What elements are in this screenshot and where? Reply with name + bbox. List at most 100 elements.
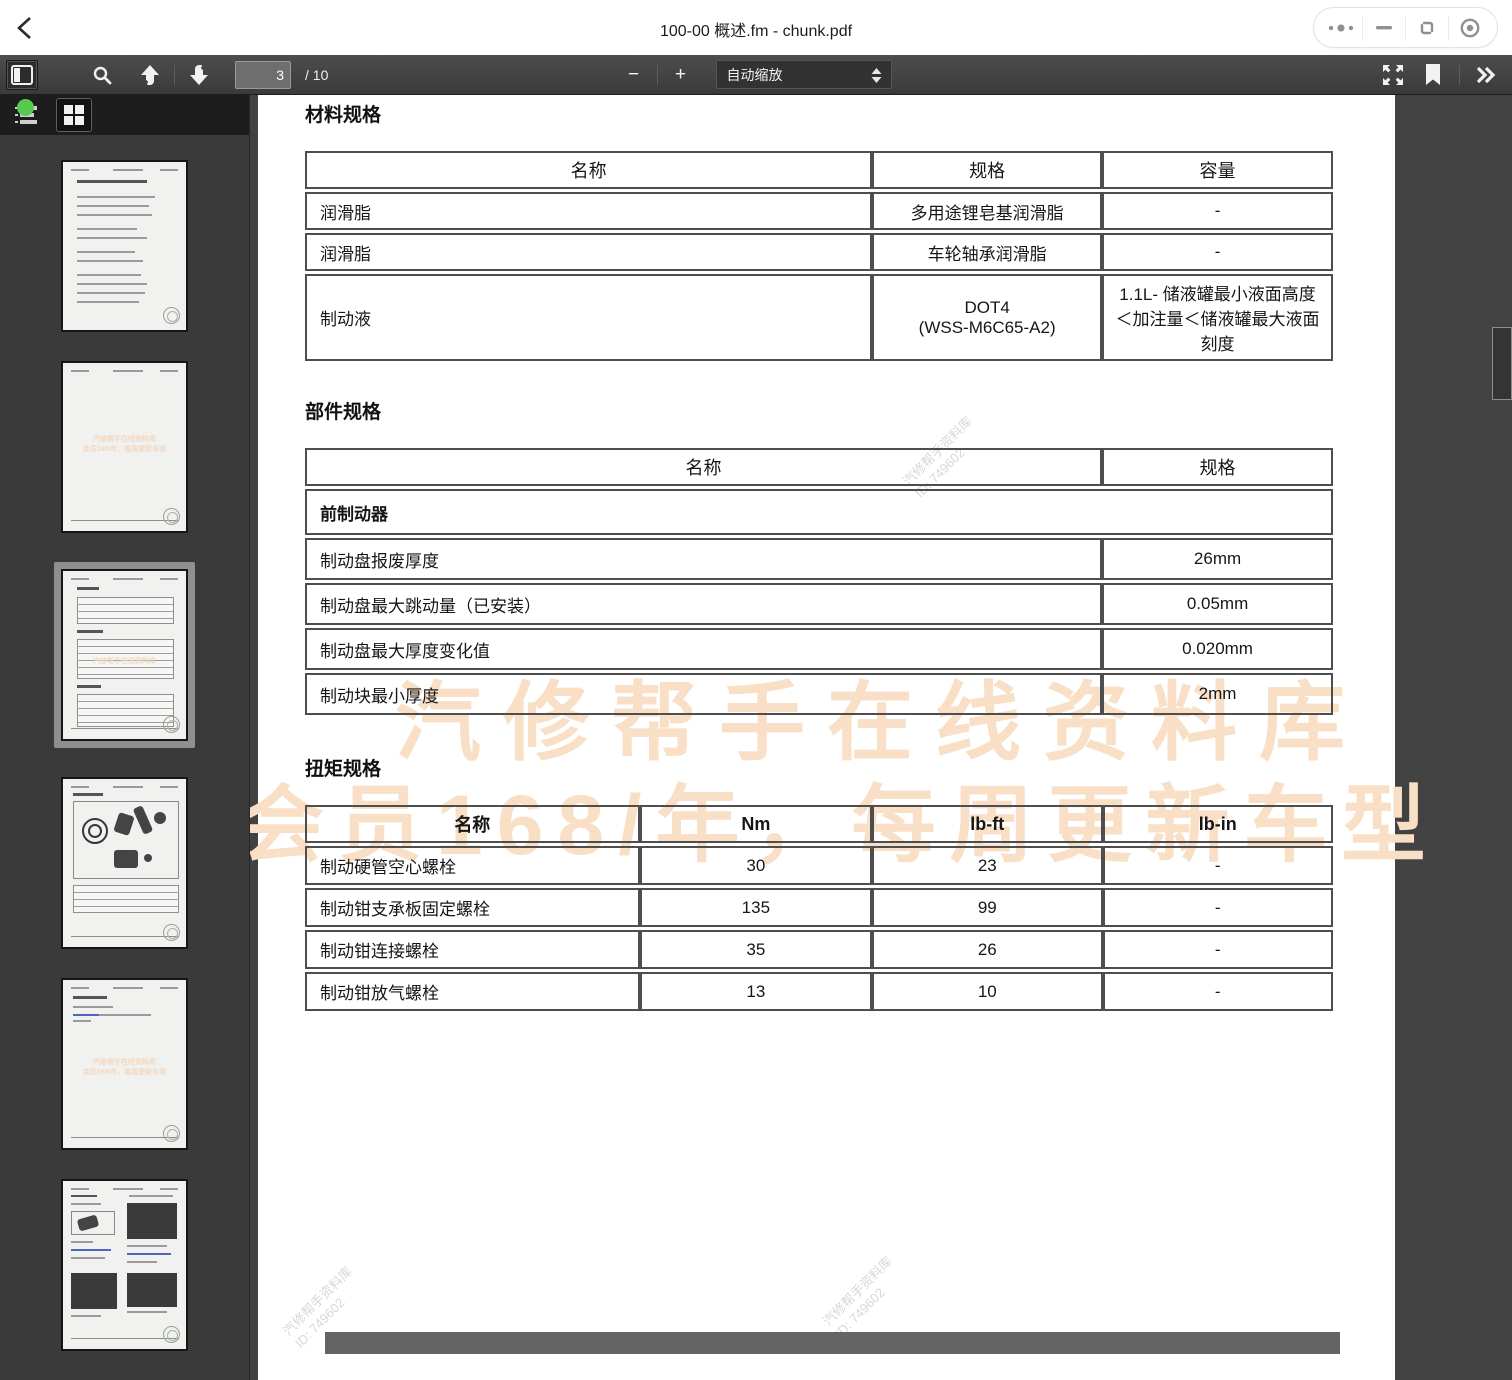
group-row: 前制动器	[305, 489, 1333, 535]
table-cell: 车轮轴承润滑脂	[872, 233, 1102, 271]
pdf-page-3: 汽修帮手在线资料库 会员168/年，每周更新车型 汽修帮手资料库 ID: 749…	[258, 95, 1395, 1380]
material-spec-table: 名称规格容量润滑脂多用途锂皂基润滑脂-润滑脂车轮轴承润滑脂-制动液DOT4 (W…	[305, 148, 1333, 364]
column-header: lb-in	[1103, 805, 1333, 843]
table-cell: 润滑脂	[305, 233, 872, 271]
previous-page-button[interactable]	[134, 60, 166, 90]
group-cell: 前制动器	[305, 489, 1333, 535]
thumbnail-page-5[interactable]: 汽修帮手在线资料库会员168/年，每周更新车型	[61, 978, 188, 1150]
pdf-toolbar: / 10 − + 自动缩放	[0, 55, 1512, 95]
divider	[1459, 65, 1460, 85]
thumbnail-page-3[interactable]: 汽修帮手在线资料库	[61, 569, 188, 741]
page-viewer[interactable]: 汽修帮手在线资料库 会员168/年，每周更新车型 汽修帮手资料库 ID: 749…	[250, 95, 1512, 1380]
next-figure-top-edge	[325, 1332, 1340, 1354]
document-title: 100-00 概述.fm - chunk.pdf	[0, 17, 1512, 41]
table-cell: 10	[872, 972, 1102, 1011]
sidebar-toggle-icon	[11, 65, 33, 85]
column-header: lb-ft	[872, 805, 1102, 843]
page-count-label: / 10	[305, 67, 328, 83]
zoom-level-select[interactable]: 自动缩放	[716, 60, 892, 89]
column-header: 容量	[1102, 151, 1333, 189]
search-icon	[92, 65, 112, 85]
table-cell: 99	[872, 888, 1102, 927]
page-number-input[interactable]	[235, 61, 291, 89]
table-row: 制动块最小厚度2mm	[305, 673, 1333, 715]
sidebar-header	[0, 95, 249, 135]
table-cell: 制动硬管空心螺栓	[305, 846, 640, 885]
thumbnail-page-2[interactable]: 汽修帮手在线资料库会员168/年，每周更新车型	[61, 361, 188, 533]
divider	[174, 65, 175, 85]
table-cell: 0.05mm	[1102, 583, 1333, 625]
thumbnail-watermark: 汽修帮手在线资料库	[63, 435, 186, 444]
thumbnails-sidebar: 汽修帮手在线资料库会员168/年，每周更新车型汽修帮手在线资料库汽修帮手在线资料…	[0, 95, 250, 1380]
viewer-scrollbar-thumb[interactable]	[1492, 327, 1512, 400]
table-cell: 1.1L- 储液罐最小液面高度＜加注量＜储液罐最大液面刻度	[1102, 274, 1333, 361]
section-heading-torque: 扭矩规格	[305, 754, 1333, 781]
presentation-mode-icon	[1382, 64, 1404, 86]
page-up-icon	[140, 64, 160, 86]
bookmark-button[interactable]	[1417, 60, 1449, 90]
section-heading-material: 材料规格	[305, 100, 1333, 127]
window-titlebar: 100-00 概述.fm - chunk.pdf	[0, 0, 1512, 55]
table-row: 制动盘最大跳动量（已安装）0.05mm	[305, 583, 1333, 625]
column-header: 名称	[305, 805, 640, 843]
table-cell: 13	[640, 972, 872, 1011]
pdf-viewer-app: 100-00 概述.fm - chunk.pdf	[0, 0, 1512, 1380]
zoom-out-button[interactable]: −	[621, 64, 647, 86]
selected-thumbnail-frame[interactable]: 汽修帮手在线资料库	[54, 562, 195, 748]
table-cell: 制动块最小厚度	[305, 673, 1102, 715]
outline-view-button[interactable]	[8, 98, 44, 132]
column-header: 规格	[872, 151, 1102, 189]
table-cell: 制动钳连接螺栓	[305, 930, 640, 969]
minimize-button[interactable]	[1363, 13, 1405, 43]
thumbnail-list: 汽修帮手在线资料库会员168/年，每周更新车型汽修帮手在线资料库汽修帮手在线资料…	[0, 135, 249, 1380]
toolbar-overflow-button[interactable]	[1470, 60, 1502, 90]
table-cell: 26mm	[1102, 538, 1333, 580]
toggle-sidebar-button[interactable]	[6, 60, 38, 90]
thumbnails-view-button[interactable]	[56, 98, 92, 132]
find-button[interactable]	[86, 60, 118, 90]
zoom-level-value: 自动缩放	[727, 65, 783, 85]
table-row: 制动钳放气螺栓1310-	[305, 972, 1333, 1011]
record-button[interactable]	[1449, 13, 1491, 43]
double-chevron-right-icon	[1475, 66, 1497, 84]
thumbnail-watermark: 会员168/年，每周更新车型	[63, 1068, 186, 1077]
column-header: Nm	[640, 805, 872, 843]
table-row: 制动盘报废厚度26mm	[305, 538, 1333, 580]
window-controls	[1313, 7, 1498, 48]
thumbnail-watermark: 汽修帮手在线资料库	[63, 1058, 186, 1067]
table-cell: 2mm	[1102, 673, 1333, 715]
table-cell: 26	[872, 930, 1102, 969]
section-heading-component: 部件规格	[305, 397, 1333, 424]
restore-icon	[1417, 18, 1437, 38]
table-row: 制动液DOT4 (WSS-M6C65-A2)1.1L- 储液罐最小液面高度＜加注…	[305, 274, 1333, 361]
green-status-badge	[17, 99, 34, 116]
record-icon	[1459, 17, 1481, 39]
next-page-button[interactable]	[183, 60, 215, 90]
thumbnail-page-6[interactable]	[61, 1179, 188, 1351]
torque-spec-table: 名称Nmlb-ftlb-in制动硬管空心螺栓3023-制动钳支承板固定螺栓135…	[305, 802, 1333, 1014]
more-options-button[interactable]	[1320, 13, 1362, 43]
table-cell: -	[1103, 972, 1333, 1011]
restore-window-button[interactable]	[1406, 13, 1448, 43]
component-spec-table: 名称规格前制动器制动盘报废厚度26mm制动盘最大跳动量（已安装）0.05mm制动…	[305, 445, 1333, 718]
zoom-in-button[interactable]: +	[668, 64, 694, 86]
thumbnail-page-4[interactable]	[61, 777, 188, 949]
table-cell: 润滑脂	[305, 192, 872, 230]
table-cell: 制动盘报废厚度	[305, 538, 1102, 580]
presentation-mode-button[interactable]	[1377, 60, 1409, 90]
table-cell: -	[1103, 888, 1333, 927]
column-header: 规格	[1102, 448, 1333, 486]
thumbnail-page-1[interactable]	[61, 160, 188, 332]
table-cell: -	[1103, 846, 1333, 885]
table-row: 制动盘最大厚度变化值0.020mm	[305, 628, 1333, 670]
table-cell: 制动盘最大厚度变化值	[305, 628, 1102, 670]
page-down-icon	[189, 64, 209, 86]
table-cell: 多用途锂皂基润滑脂	[872, 192, 1102, 230]
column-header: 名称	[305, 151, 872, 189]
table-row: 制动硬管空心螺栓3023-	[305, 846, 1333, 885]
thumbnails-grid-icon	[62, 103, 86, 127]
header-row: 名称规格容量	[305, 151, 1333, 189]
table-cell: 制动盘最大跳动量（已安装）	[305, 583, 1102, 625]
select-spinner-icon	[871, 68, 882, 83]
table-cell: 30	[640, 846, 872, 885]
